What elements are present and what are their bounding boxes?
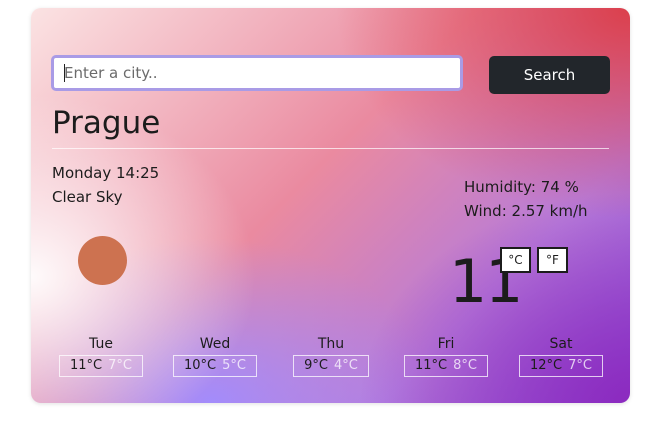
date-time: Monday 14:25 [52,164,160,182]
forecast-temps: 9°C 4°C [293,355,369,377]
wind-value: Wind: 2.57 km/h [464,202,588,220]
weather-card: Search Prague Monday 14:25 Clear Sky Hum… [31,8,630,403]
forecast-temps: 11°C 7°C [59,355,143,377]
celsius-button[interactable]: °C [500,247,531,273]
forecast-low: 4°C [334,358,358,373]
forecast-day: Fri 11°C 8°C [396,335,496,377]
forecast-low: 8°C [453,358,477,373]
forecast-day-name: Sat [549,336,573,352]
forecast-day: Wed 10°C 5°C [165,335,265,377]
forecast-low: 7°C [108,358,132,373]
forecast-day-name: Thu [317,336,345,352]
forecast-day: Thu 9°C 4°C [281,335,381,377]
fahrenheit-button[interactable]: °F [537,247,568,273]
forecast-temps: 10°C 5°C [173,355,257,377]
city-name: Prague [52,105,161,141]
text-caret [64,64,65,82]
forecast-day-name: Wed [199,336,231,352]
forecast-low: 7°C [568,358,592,373]
weather-condition: Clear Sky [52,188,123,206]
forecast-high: 10°C [184,358,217,373]
city-search-input[interactable] [51,55,463,91]
forecast-high: 9°C [304,358,328,373]
forecast-day: Sat 12°C 7°C [511,335,611,377]
forecast-temps: 11°C 8°C [404,355,488,377]
forecast-day-name: Tue [89,336,113,352]
forecast-day: Tue 11°C 7°C [51,335,151,377]
forecast-day-name: Fri [437,336,455,352]
search-button[interactable]: Search [489,56,610,94]
forecast-high: 11°C [415,358,448,373]
divider [52,148,609,149]
forecast-low: 5°C [222,358,246,373]
forecast-high: 12°C [530,358,563,373]
sun-icon [78,236,127,285]
humidity-value: Humidity: 74 % [464,178,579,196]
forecast-temps: 12°C 7°C [519,355,603,377]
forecast-high: 11°C [70,358,103,373]
